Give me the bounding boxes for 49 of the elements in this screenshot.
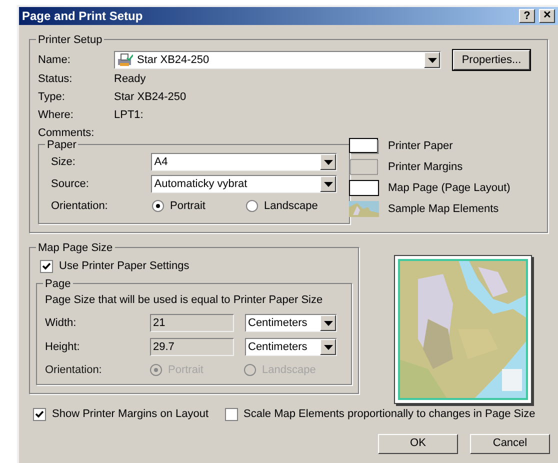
field-label: Height: — [45, 340, 81, 355]
field-label: Type: — [38, 90, 66, 105]
printer-icon — [117, 53, 133, 67]
window-title: Page and Print Setup — [22, 8, 144, 25]
properties-button[interactable]: Properties... — [453, 50, 530, 70]
radio-button[interactable] — [246, 200, 258, 212]
checkbox[interactable] — [40, 260, 53, 273]
ok-button[interactable]: OK — [378, 434, 458, 454]
map-thumbnail-icon — [349, 201, 379, 217]
field-label: Where: — [38, 108, 74, 123]
checkbox[interactable] — [33, 408, 46, 421]
field-label: Width: — [45, 316, 78, 331]
group-title: Printer Setup — [36, 32, 104, 48]
radio-label: Portrait — [170, 198, 206, 214]
units-combo[interactable]: Centimeters — [245, 338, 337, 356]
legend-label: Sample Map Elements — [388, 202, 499, 217]
units-combo[interactable]: Centimeters — [245, 314, 337, 332]
printer-combo[interactable]: Star XB24-250 — [114, 51, 441, 69]
group-title: Paper — [45, 137, 78, 154]
field-label: Orientation: — [51, 198, 109, 214]
field-value: LPT1: — [114, 108, 144, 123]
field-value: Ready — [114, 72, 146, 87]
dotted-rectangle-icon — [349, 159, 379, 175]
radio-label: Landscape — [264, 198, 318, 214]
field-label: Size: — [51, 154, 76, 170]
radio-button[interactable] — [152, 200, 164, 212]
legend-label: Printer Paper — [388, 138, 453, 154]
checkbox[interactable] — [224, 408, 238, 421]
field-label: Name: — [38, 52, 72, 68]
field-value: Star XB24-250 — [114, 90, 186, 105]
checkbox-label: Scale Map Elements proportionally to changes in Page Size — [244, 407, 536, 422]
checkbox-label: Show Printer Margins on Layout — [52, 407, 209, 422]
close-button[interactable]: ✕ — [539, 9, 555, 23]
checkbox-label: Use Printer Paper Settings — [59, 259, 190, 274]
size-combo[interactable]: A4 — [151, 153, 337, 171]
field-label: Source: — [51, 176, 90, 192]
help-button[interactable]: ? — [519, 9, 535, 23]
field-label: Orientation: — [45, 362, 103, 378]
cancel-button[interactable]: Cancel — [470, 434, 550, 454]
field-label: Comments: — [38, 126, 96, 140]
group-title: Map Page Size — [36, 240, 115, 256]
input-field[interactable]: 21 — [150, 314, 234, 332]
input-field[interactable]: 29.7 — [150, 338, 234, 356]
info-text: Page Size that will be used is equal to Printer Paper Size — [45, 292, 324, 308]
source-combo[interactable]: Automaticky vybrat — [151, 175, 337, 193]
field-label: Status: — [38, 72, 74, 87]
page-swatch-icon — [349, 180, 379, 196]
legend-label: Printer Margins — [388, 160, 463, 175]
legend-label: Map Page (Page Layout) — [388, 180, 510, 196]
